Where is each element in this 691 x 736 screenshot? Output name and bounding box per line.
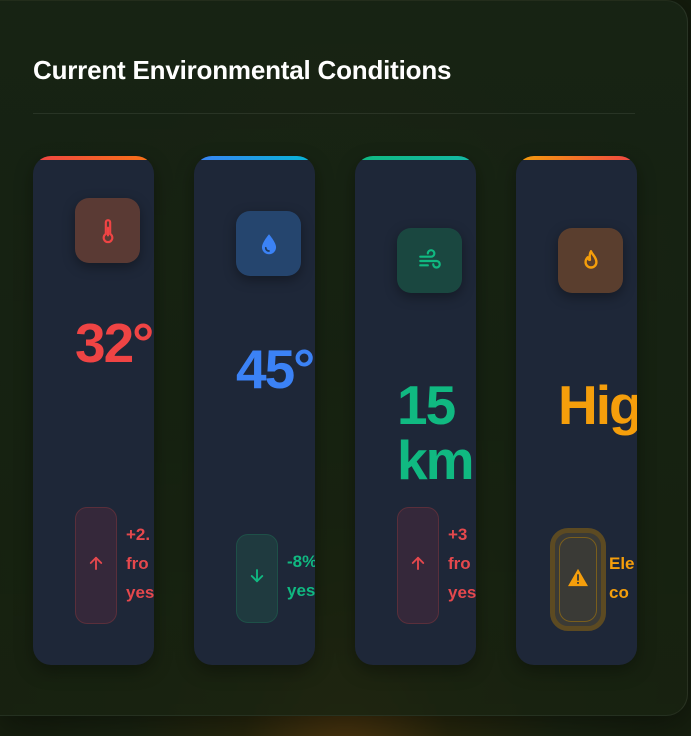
temperature-value: 32° — [75, 312, 154, 374]
card-accent-bar — [194, 156, 315, 160]
wind-icon — [397, 228, 462, 293]
wind-value-number: 15 — [397, 374, 456, 436]
warning-icon — [567, 567, 589, 592]
trend-badge — [236, 534, 278, 623]
trend-line: Ele — [609, 554, 635, 573]
fire-risk-value: Hig — [558, 374, 637, 436]
trend-line: -8% — [287, 552, 315, 571]
trend-line: co — [609, 583, 629, 602]
card-accent-bar — [516, 156, 637, 160]
trend-badge — [75, 507, 117, 624]
arrow-up-icon — [409, 554, 427, 577]
flame-icon — [558, 228, 623, 293]
trend-line: yes — [126, 583, 154, 602]
humidity-card[interactable]: 45° -8% yes — [194, 156, 315, 665]
thermometer-icon — [75, 198, 140, 263]
trend-badge — [397, 507, 439, 624]
trend-text: +3 fro yes — [448, 520, 476, 607]
droplet-icon — [236, 211, 301, 276]
card-accent-bar — [355, 156, 476, 160]
trend-text: -8% yes — [287, 547, 315, 605]
trend-line: yes — [448, 583, 476, 602]
wind-card[interactable]: 15 km +3 fro yes — [355, 156, 476, 665]
trend-line: fro — [126, 554, 149, 573]
trend-line: +3 — [448, 525, 468, 544]
warning-badge — [550, 528, 606, 631]
wind-value: 15 km — [397, 374, 474, 491]
wind-value-unit: km — [397, 429, 474, 491]
section-title: Current Environmental Conditions — [33, 55, 452, 85]
environment-panel: Current Environmental Conditions 32° +2.… — [0, 0, 688, 716]
temperature-card[interactable]: 32° +2. fro yes — [33, 156, 154, 665]
divider — [33, 113, 635, 114]
card-accent-bar — [33, 156, 154, 160]
fire-risk-card[interactable]: Hig Ele co — [516, 156, 637, 665]
arrow-down-icon — [248, 567, 266, 590]
trend-line: yes — [287, 581, 315, 600]
trend-line: fro — [448, 554, 471, 573]
arrow-up-icon — [87, 554, 105, 577]
trend-line: +2. — [126, 525, 151, 544]
trend-text: +2. fro yes — [126, 520, 154, 607]
humidity-value: 45° — [236, 338, 315, 400]
trend-text: Ele co — [609, 549, 635, 607]
